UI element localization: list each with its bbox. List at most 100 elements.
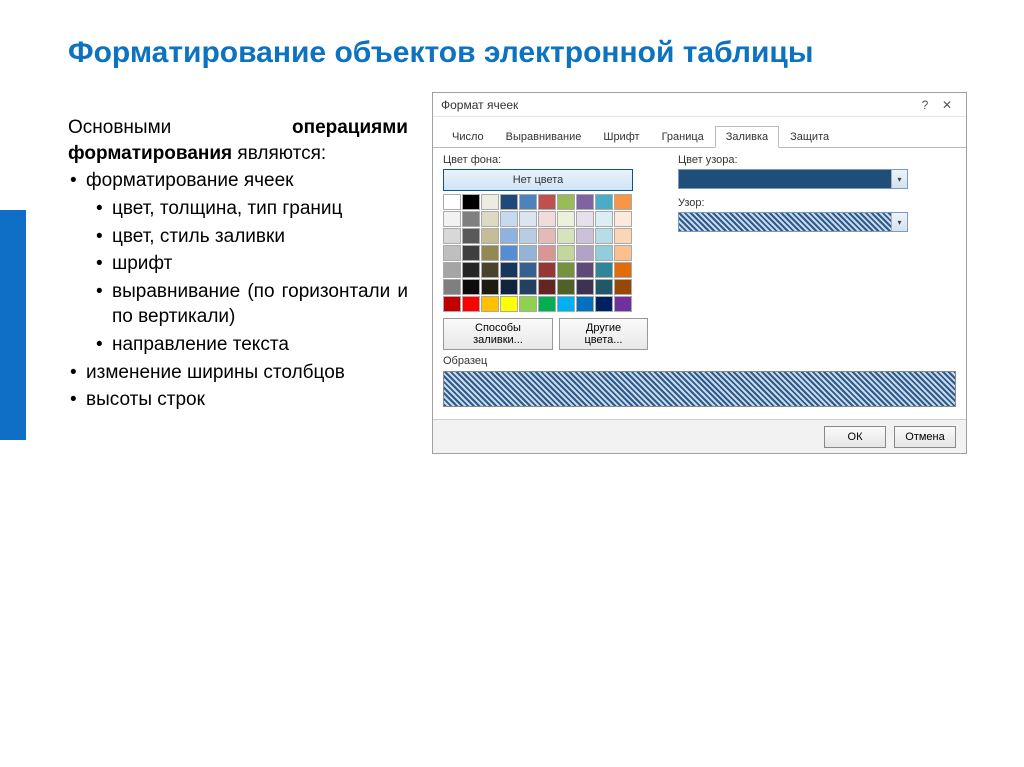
chevron-down-icon: ▾	[891, 170, 907, 188]
color-swatch[interactable]	[595, 262, 613, 278]
color-swatch[interactable]	[500, 228, 518, 244]
sample-label: Образец	[443, 355, 956, 367]
color-swatch[interactable]	[595, 194, 613, 210]
tab-fill[interactable]: Заливка	[715, 126, 779, 148]
color-swatch[interactable]	[614, 262, 632, 278]
color-swatch[interactable]	[481, 194, 499, 210]
pattern-dropdown[interactable]: ▾	[678, 212, 908, 232]
color-swatch[interactable]	[557, 245, 575, 261]
right-column: Цвет узора: ▾ Узор: ▾	[678, 154, 956, 350]
bullet-l2: направление текста	[68, 332, 408, 358]
color-swatch[interactable]	[481, 245, 499, 261]
color-swatch[interactable]	[481, 279, 499, 295]
color-swatch[interactable]	[557, 279, 575, 295]
color-swatch[interactable]	[500, 194, 518, 210]
color-swatch[interactable]	[614, 279, 632, 295]
intro-text: Основными	[68, 117, 292, 138]
color-swatch[interactable]	[462, 279, 480, 295]
color-swatch[interactable]	[519, 296, 537, 312]
color-swatch[interactable]	[462, 211, 480, 227]
color-swatch[interactable]	[576, 211, 594, 227]
color-swatch[interactable]	[519, 228, 537, 244]
color-swatch[interactable]	[443, 296, 461, 312]
no-color-button[interactable]: Нет цвета	[443, 169, 633, 191]
color-swatch[interactable]	[500, 262, 518, 278]
color-swatch[interactable]	[443, 211, 461, 227]
color-swatch[interactable]	[443, 245, 461, 261]
color-swatch[interactable]	[443, 262, 461, 278]
color-swatch[interactable]	[595, 296, 613, 312]
pattern-color-dropdown[interactable]: ▾	[678, 169, 908, 189]
color-swatch[interactable]	[595, 228, 613, 244]
fill-effects-button[interactable]: Способы заливки...	[443, 318, 553, 350]
color-swatch[interactable]	[614, 245, 632, 261]
color-swatch[interactable]	[538, 262, 556, 278]
more-colors-button[interactable]: Другие цвета...	[559, 318, 648, 350]
color-swatch[interactable]	[443, 228, 461, 244]
bullet-l1: высоты строк	[68, 387, 408, 413]
color-swatch[interactable]	[614, 228, 632, 244]
accent-bar	[0, 210, 26, 440]
color-swatch[interactable]	[462, 296, 480, 312]
close-icon[interactable]: ✕	[936, 98, 958, 112]
color-swatch[interactable]	[576, 296, 594, 312]
color-swatch[interactable]	[481, 211, 499, 227]
color-swatch[interactable]	[595, 279, 613, 295]
color-swatch[interactable]	[462, 194, 480, 210]
color-swatch[interactable]	[576, 262, 594, 278]
sample-section: Образец	[443, 355, 956, 407]
color-swatch[interactable]	[443, 279, 461, 295]
color-swatch[interactable]	[557, 194, 575, 210]
color-swatch[interactable]	[576, 194, 594, 210]
color-swatch[interactable]	[538, 245, 556, 261]
dialog-tabs: Число Выравнивание Шрифт Граница Заливка…	[433, 117, 966, 148]
color-swatch[interactable]	[462, 245, 480, 261]
color-swatch[interactable]	[538, 211, 556, 227]
color-swatch[interactable]	[481, 228, 499, 244]
color-swatch[interactable]	[519, 262, 537, 278]
color-swatch[interactable]	[443, 194, 461, 210]
tab-alignment[interactable]: Выравнивание	[495, 126, 593, 148]
help-icon[interactable]: ?	[914, 98, 936, 112]
cancel-button[interactable]: Отмена	[894, 426, 956, 448]
tab-number[interactable]: Число	[441, 126, 495, 148]
color-swatch[interactable]	[614, 194, 632, 210]
tab-protection[interactable]: Защита	[779, 126, 840, 148]
color-swatch[interactable]	[595, 245, 613, 261]
color-swatch[interactable]	[519, 245, 537, 261]
color-swatch[interactable]	[519, 279, 537, 295]
color-swatch[interactable]	[462, 262, 480, 278]
color-swatch[interactable]	[614, 211, 632, 227]
bullet-l1: форматирование ячеек	[68, 168, 408, 194]
color-swatch[interactable]	[557, 228, 575, 244]
color-swatch[interactable]	[462, 228, 480, 244]
tab-border[interactable]: Граница	[651, 126, 715, 148]
color-swatch[interactable]	[538, 279, 556, 295]
dialog-body: Цвет фона: Нет цвета Способы заливки... …	[433, 148, 966, 356]
color-swatch[interactable]	[576, 245, 594, 261]
color-swatch[interactable]	[500, 296, 518, 312]
bullet-l2: выравнивание (по горизонтали и по вертик…	[68, 279, 408, 330]
color-swatch[interactable]	[519, 211, 537, 227]
color-swatch[interactable]	[576, 279, 594, 295]
color-swatch[interactable]	[519, 194, 537, 210]
ok-button[interactable]: ОК	[824, 426, 886, 448]
color-swatch[interactable]	[481, 262, 499, 278]
color-swatch[interactable]	[595, 211, 613, 227]
color-swatch[interactable]	[500, 211, 518, 227]
color-swatch[interactable]	[500, 279, 518, 295]
color-swatch[interactable]	[538, 194, 556, 210]
color-swatch[interactable]	[538, 228, 556, 244]
color-swatch[interactable]	[557, 262, 575, 278]
tab-font[interactable]: Шрифт	[592, 126, 650, 148]
color-swatch[interactable]	[557, 211, 575, 227]
dialog-titlebar[interactable]: Формат ячеек ? ✕	[433, 93, 966, 117]
color-swatch[interactable]	[481, 296, 499, 312]
slide-title: Форматирование объектов электронной табл…	[68, 36, 813, 70]
color-swatch[interactable]	[576, 228, 594, 244]
color-swatch[interactable]	[538, 296, 556, 312]
color-palette	[443, 194, 648, 312]
color-swatch[interactable]	[557, 296, 575, 312]
color-swatch[interactable]	[614, 296, 632, 312]
color-swatch[interactable]	[500, 245, 518, 261]
